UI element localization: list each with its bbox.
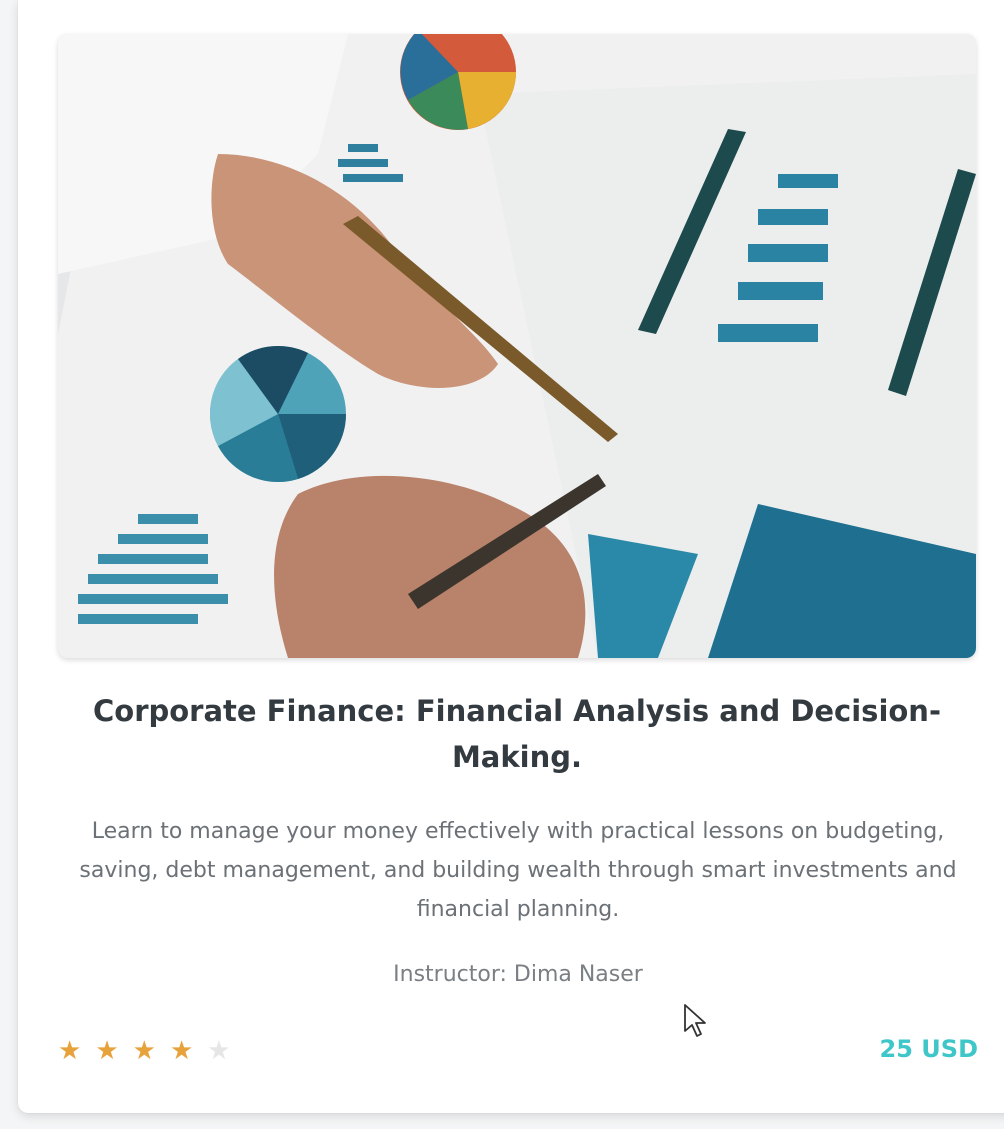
- course-price: 25 USD: [879, 1035, 978, 1063]
- course-thumbnail[interactable]: [58, 34, 976, 658]
- star-filled-icon: ★: [169, 1036, 194, 1066]
- finance-photo-illustration: [58, 34, 976, 658]
- star-filled-icon: ★: [95, 1036, 119, 1066]
- star-filled-icon: ★: [58, 1036, 82, 1066]
- course-description: Learn to manage your money effectively w…: [79, 819, 957, 922]
- course-title[interactable]: Corporate Finance: Financial Analysis an…: [78, 688, 956, 780]
- mouse-pointer-icon: [684, 1004, 706, 1037]
- star-filled-icon: ★: [132, 1036, 156, 1066]
- course-card[interactable]: Corporate Finance: Financial Analysis an…: [18, 0, 1004, 1113]
- star-empty-icon: ★: [207, 1036, 231, 1066]
- rating-stars: ★ ★ ★ ★ ★: [58, 1036, 231, 1066]
- course-instructor: Instructor: Dima Naser: [393, 962, 643, 987]
